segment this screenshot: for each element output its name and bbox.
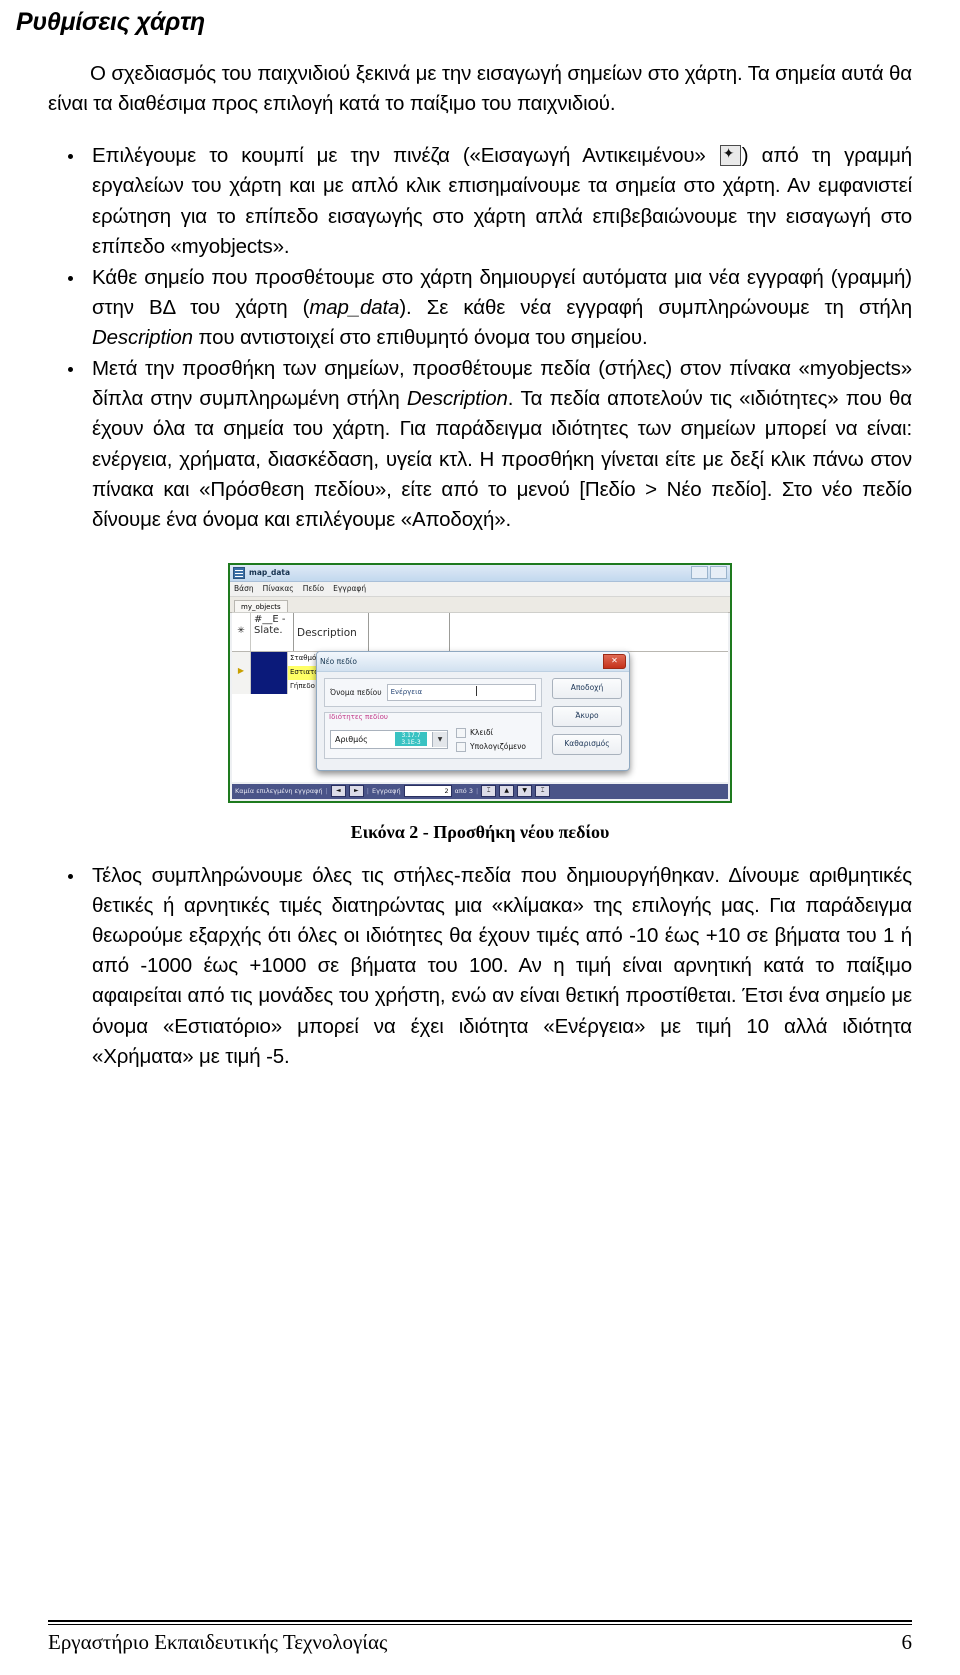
scroll-up-button[interactable]: ▲ <box>499 785 515 798</box>
field-flags: Κλειδί Υπολογιζόμενο <box>456 727 526 752</box>
key-checkbox[interactable] <box>456 727 466 738</box>
app-titlebar: map_data <box>230 564 730 582</box>
app-menubar[interactable]: Βάση Πίνακας Πεδίο Εγγραφή <box>230 581 730 597</box>
figure-caption: Εικόνα 2 - Προσθήκη νέου πεδίου <box>350 821 610 842</box>
bullet-2-text-part2: ). Σε κάθε νέα εγγραφή συμπληρώνουμε τη … <box>399 295 912 319</box>
bullet-list-2: Τέλος συμπληρώνουμε όλες τις στήλες-πεδί… <box>48 861 912 1072</box>
field-properties-group: Ιδιότητες πεδίου Αριθμός 3.17.7 3.1E-3 ▼ <box>324 711 542 759</box>
table-icon <box>233 566 245 579</box>
menu-item-pedio[interactable]: Πεδίο <box>303 584 324 593</box>
bullet-3-italic-description: Description <box>406 387 508 411</box>
field-name-label: Όνομα πεδίου <box>330 687 382 697</box>
record-navigation-bar: Καμία επιλεγμένη εγγραφή | ◄ ► | Εγγραφή… <box>232 783 728 799</box>
footer-divider <box>48 1620 912 1625</box>
dialog-title-text: Νέο πεδίο <box>320 656 357 666</box>
bullet-2-italic-description: Description <box>92 326 193 349</box>
bullet-1-text-part1: Επιλέγουμε το κουμπί με την πινέζα («Εισ… <box>92 144 719 168</box>
dialog-body: Όνομα πεδίου Ενέργεια Ιδιότητες πεδίου Α… <box>317 672 629 765</box>
field-name-input[interactable]: Ενέργεια <box>386 683 536 701</box>
menu-item-eggrafi[interactable]: Εγγραφή <box>333 584 366 593</box>
app-window-title: map_data <box>249 568 291 578</box>
menu-item-vasi[interactable]: Βάση <box>234 584 254 593</box>
row-key-cell[interactable] <box>251 679 288 694</box>
page-title: Ρυθμίσεις χάρτη <box>16 8 205 36</box>
calculated-checkbox-row[interactable]: Υπολογιζόμενο <box>456 741 526 752</box>
field-type-value: Αριθμός <box>335 735 368 745</box>
bullet-item-1: Επιλέγουμε το κουμπί με την πινέζα («Εισ… <box>48 141 912 262</box>
clear-button[interactable]: Καθαρισμός <box>552 733 622 755</box>
previous-record-button[interactable]: ◄ <box>330 785 346 798</box>
first-record-button[interactable]: ⌶ <box>481 785 497 798</box>
scroll-down-button[interactable]: ▼ <box>517 785 533 798</box>
field-properties-label: Ιδιότητες πεδίου <box>329 712 388 721</box>
status-separator: | <box>325 787 328 796</box>
record-number-input[interactable]: 2 <box>403 785 452 798</box>
accept-button[interactable]: Αποδοχή <box>552 677 622 699</box>
app-screenshot: map_data Βάση Πίνακας Πεδίο Εγγραφή my_o… <box>228 562 732 803</box>
key-checkbox-row[interactable]: Κλειδί <box>456 727 526 738</box>
close-icon[interactable]: ✕ <box>603 653 626 669</box>
bullet-item-3: Μετά την προσθήκη των σημείων, προσθέτου… <box>48 354 912 535</box>
bullet-list: Επιλέγουμε το κουμπί με την πινέζα («Εισ… <box>48 141 912 535</box>
row-selector[interactable] <box>232 679 251 694</box>
footer-text: Εργαστήριο Εκπαιδευτικής Τεχνολογίας <box>48 1630 388 1654</box>
intro-paragraph: Ο σχεδιασμός του παιχνιδιού ξεκινά με τη… <box>48 62 912 116</box>
window-controls[interactable] <box>691 566 727 580</box>
maximize-button[interactable] <box>710 566 727 580</box>
bullet-item-4: Τέλος συμπληρώνουμε όλες τις στήλες-πεδί… <box>48 861 912 1072</box>
cancel-button[interactable]: Άκυρο <box>552 705 622 727</box>
chevron-down-icon[interactable]: ▼ <box>432 732 447 748</box>
bullet-2-text-part3: που αντιστοιχεί στο επιθυμητό όνομα του … <box>192 326 648 349</box>
bullet-2-italic-map-data: map_data <box>309 295 400 319</box>
tab-strip[interactable]: my_objects <box>230 596 730 613</box>
calculated-checkbox-label: Υπολογιζόμενο <box>470 742 526 752</box>
record-total-label: από 3 <box>454 787 473 796</box>
row-key-cell[interactable] <box>251 651 288 666</box>
field-type-ghost-text: 3.17.7 3.1E-3 <box>395 732 427 747</box>
status-separator: | <box>366 787 369 796</box>
document-page: Ρυθμίσεις χάρτη Ο σχεδιασμός του παιχνιδ… <box>0 0 960 1675</box>
status-separator: | <box>475 787 479 796</box>
dialog-titlebar: Νέο πεδίο ✕ <box>317 651 629 672</box>
calculated-checkbox[interactable] <box>456 741 466 752</box>
grid-header-id[interactable]: #__E - Slate. <box>251 612 294 651</box>
new-field-dialog[interactable]: Νέο πεδίο ✕ Όνομα πεδίου Ενέργεια Ιδιότη… <box>316 650 630 771</box>
last-record-button[interactable]: ⌶ <box>535 785 551 798</box>
field-name-group: Όνομα πεδίου Ενέργεια <box>324 677 542 707</box>
grid-header-description[interactable]: Description <box>294 612 369 651</box>
brush-icon <box>719 144 741 167</box>
grid-header-extra[interactable] <box>369 612 450 651</box>
field-type-select[interactable]: Αριθμός 3.17.7 3.1E-3 ▼ <box>330 730 448 750</box>
record-label: Εγγραφή <box>371 787 401 796</box>
key-checkbox-label: Κλειδί <box>470 728 494 738</box>
figure-block: map_data Βάση Πίνακας Πεδίο Εγγραφή my_o… <box>48 562 912 843</box>
dialog-buttons: Αποδοχή Άκυρο Καθαρισμός <box>552 677 622 755</box>
row-key-cell[interactable] <box>251 665 288 680</box>
tab-my-objects[interactable]: my_objects <box>234 599 288 612</box>
status-message: Καμία επιλεγμένη εγγραφή <box>235 787 323 796</box>
grid-select-all-cell[interactable]: ✳ <box>232 612 251 651</box>
minimize-button[interactable] <box>691 566 708 580</box>
page-footer: Εργαστήριο Εκπαιδευτικής Τεχνολογίας 6 <box>48 1620 912 1655</box>
menu-item-pinakas[interactable]: Πίνακας <box>263 584 294 593</box>
row-selector[interactable]: ▶ <box>232 665 251 680</box>
row-selector[interactable] <box>232 651 251 666</box>
grid-header-row: ✳ #__E - Slate. Description <box>232 612 728 652</box>
bullet-item-2: Κάθε σημείο που προσθέτουμε στο χάρτη δη… <box>48 263 912 353</box>
next-record-button[interactable]: ► <box>348 785 364 798</box>
page-number: 6 <box>901 1630 913 1654</box>
